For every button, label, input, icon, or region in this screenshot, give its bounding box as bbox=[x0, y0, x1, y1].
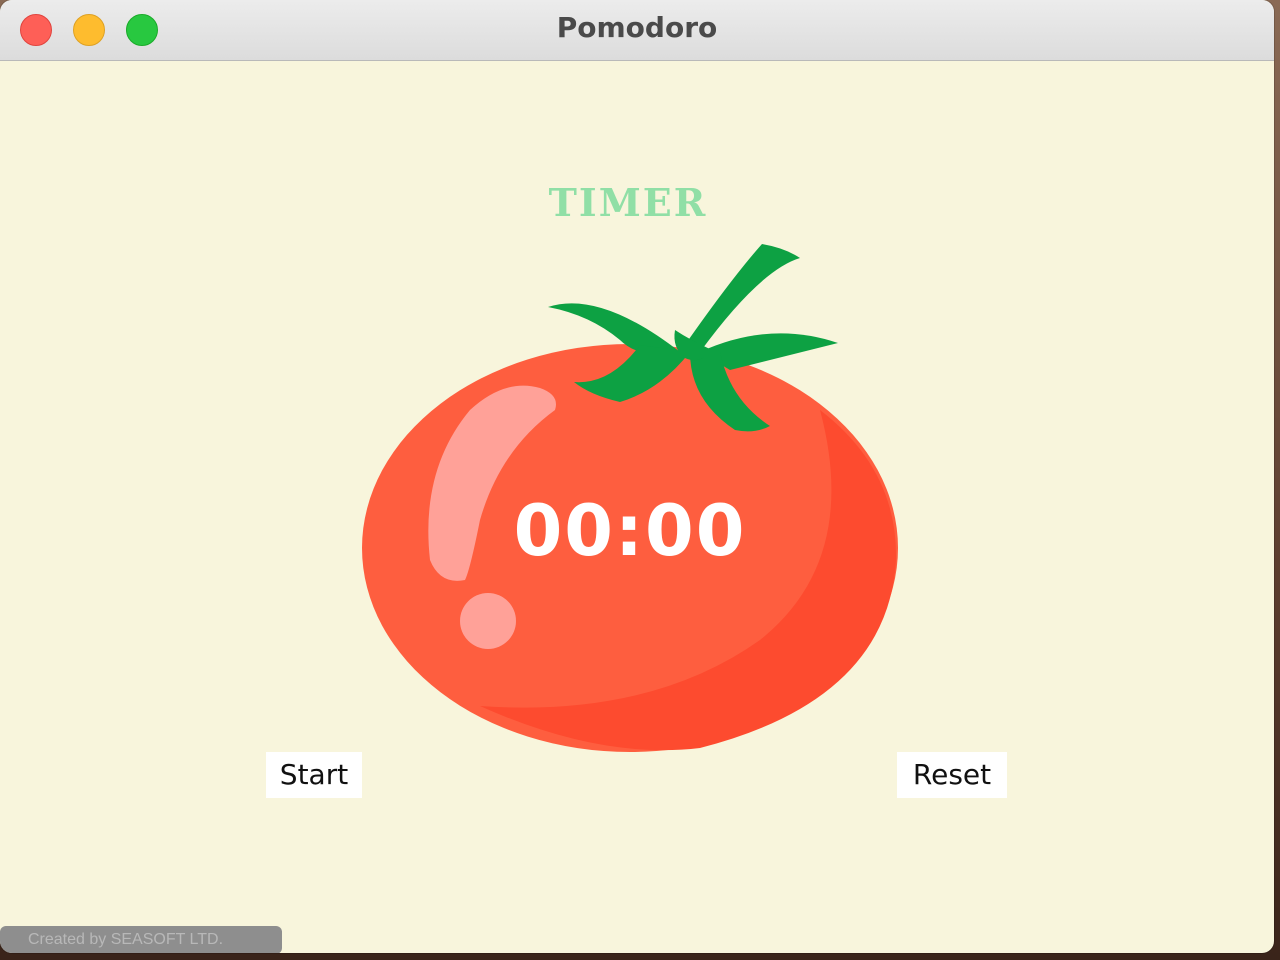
time-display: 00:00 bbox=[513, 490, 747, 572]
window-title: Pomodoro bbox=[556, 11, 718, 44]
start-button[interactable]: Start bbox=[266, 752, 362, 798]
timer-heading: TIMER bbox=[548, 180, 708, 225]
tomato-highlight-dot bbox=[460, 593, 516, 649]
reset-button[interactable]: Reset bbox=[897, 752, 1007, 798]
title-bar[interactable]: Pomodoro bbox=[0, 0, 1274, 61]
app-window: Pomodoro TIMER 00:00 Start Reset Created… bbox=[0, 0, 1274, 953]
footer-credit: Created by SEASOFT LTD. bbox=[0, 926, 282, 953]
